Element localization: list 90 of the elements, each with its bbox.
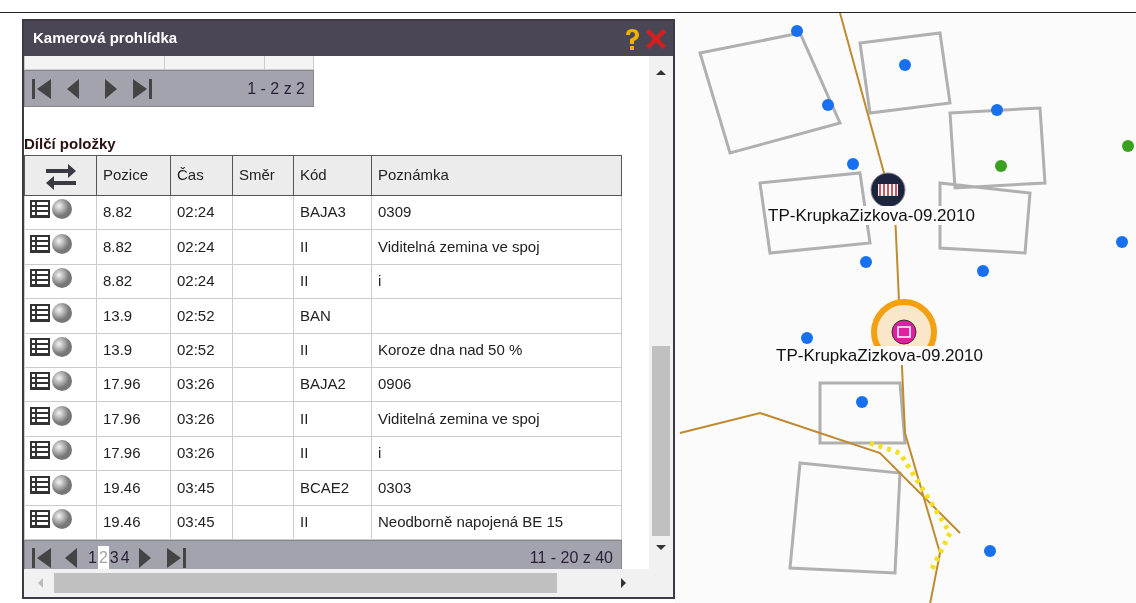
scroll-down-icon[interactable]	[655, 544, 667, 552]
column-header[interactable]: Pozice	[96, 155, 171, 196]
table-cell: 03:45	[177, 478, 215, 496]
page-range: 11 - 20 z 40	[529, 548, 613, 569]
table-cell: 17.96	[103, 444, 141, 462]
table-cell: Koroze dna nad 50 %	[378, 341, 523, 358]
list-icon[interactable]	[29, 301, 51, 324]
next-page-icon[interactable]	[136, 546, 153, 569]
table-cell: 0303	[378, 478, 412, 496]
table-cell: 03:26	[177, 375, 215, 393]
page-link[interactable]: 3	[108, 546, 120, 569]
table-cell: 8.82	[103, 237, 133, 255]
list-icon[interactable]	[29, 507, 51, 530]
list-icon[interactable]	[29, 232, 51, 255]
globe-icon[interactable]	[51, 507, 73, 530]
table-cell: II	[300, 512, 309, 530]
table-cell: 8.82	[103, 272, 133, 290]
first-page-icon[interactable]	[31, 76, 53, 101]
next-page-icon[interactable]	[103, 76, 119, 101]
globe-icon[interactable]	[51, 473, 73, 496]
column-header[interactable]: Kód	[293, 155, 372, 196]
table-cell: 19.46	[103, 512, 141, 530]
table-cell: BAN	[300, 306, 331, 324]
globe-icon[interactable]	[51, 301, 73, 324]
table-cell: 8.82	[103, 203, 133, 221]
table-cell: II	[300, 237, 309, 255]
table-cell: 13.9	[103, 306, 133, 324]
page-link[interactable]: 1	[87, 546, 98, 569]
table-cell: BCAE2	[300, 478, 350, 496]
list-icon[interactable]	[29, 439, 51, 462]
help-icon[interactable]	[623, 26, 641, 51]
table-cell: 03:26	[177, 444, 215, 462]
previous-page-icon[interactable]	[65, 76, 81, 101]
table-cell: 03:45	[177, 512, 215, 530]
table-cell: 02:24	[177, 237, 215, 255]
table-cell: 17.96	[103, 409, 141, 427]
scrollbar-thumb[interactable]	[54, 573, 557, 593]
globe-icon[interactable]	[51, 370, 73, 393]
table-cell: BAJA2	[300, 375, 346, 393]
previous-page-icon[interactable]	[63, 546, 79, 569]
table-cell: Neodborně napojená BE 15	[378, 512, 564, 530]
page-link[interactable]: 4	[119, 546, 131, 569]
table-cell: 02:52	[177, 341, 215, 358]
table-cell: 03:26	[177, 409, 215, 427]
table-cell: 0906	[378, 375, 412, 393]
globe-icon[interactable]	[51, 404, 73, 427]
table-cell: II	[300, 341, 309, 358]
section-title: Dílčí položky	[24, 135, 117, 153]
last-page-icon[interactable]	[131, 76, 153, 101]
table-cell: 02:52	[177, 306, 215, 324]
table-cell: 02:24	[177, 272, 215, 290]
list-icon[interactable]	[29, 404, 51, 427]
table-cell: i	[378, 444, 382, 462]
scroll-right-icon[interactable]	[620, 577, 628, 589]
list-icon[interactable]	[29, 370, 51, 393]
scrollbar-thumb[interactable]	[652, 346, 670, 536]
marker-label: TP-KrupkaZizkova-09.2010	[776, 346, 983, 365]
last-page-icon[interactable]	[164, 546, 187, 569]
camera-marker-icon[interactable]	[869, 171, 907, 209]
window-title: Kamerová prohlídka	[33, 28, 178, 49]
table-cell: Viditelná zemina ve spoj	[378, 237, 540, 255]
table-cell: II	[300, 409, 309, 427]
table-cell: 02:24	[177, 203, 215, 221]
table-cell: 13.9	[103, 341, 133, 358]
list-icon[interactable]	[29, 198, 51, 221]
globe-icon[interactable]	[51, 232, 73, 255]
vertical-scrollbar[interactable]	[649, 56, 673, 569]
column-header[interactable]: Čas	[170, 155, 233, 196]
table-cell: 17.96	[103, 375, 141, 393]
scroll-up-icon[interactable]	[655, 68, 667, 76]
table-cell: i	[378, 272, 382, 290]
list-icon[interactable]	[29, 473, 51, 496]
table-cell: 0309	[378, 203, 412, 221]
page-range: 1 - 2 z 2	[247, 78, 305, 99]
list-icon[interactable]	[29, 267, 51, 290]
column-header[interactable]: Poznámka	[371, 155, 622, 196]
table-cell: II	[300, 444, 309, 462]
horizontal-scrollbar[interactable]	[24, 569, 673, 597]
table-cell: Viditelná zemina ve spoj	[378, 409, 540, 427]
table-cell: 19.46	[103, 478, 141, 496]
globe-icon[interactable]	[51, 439, 73, 462]
globe-icon[interactable]	[51, 336, 73, 358]
table-cell: BAJA3	[300, 203, 346, 221]
column-header[interactable]: Směr	[232, 155, 294, 196]
first-page-icon[interactable]	[31, 546, 53, 569]
list-icon[interactable]	[29, 336, 51, 358]
globe-icon[interactable]	[51, 267, 73, 290]
table-cell: II	[300, 272, 309, 290]
marker-label: TP-KrupkaZizkova-09.2010	[768, 206, 975, 225]
globe-icon[interactable]	[51, 198, 73, 221]
